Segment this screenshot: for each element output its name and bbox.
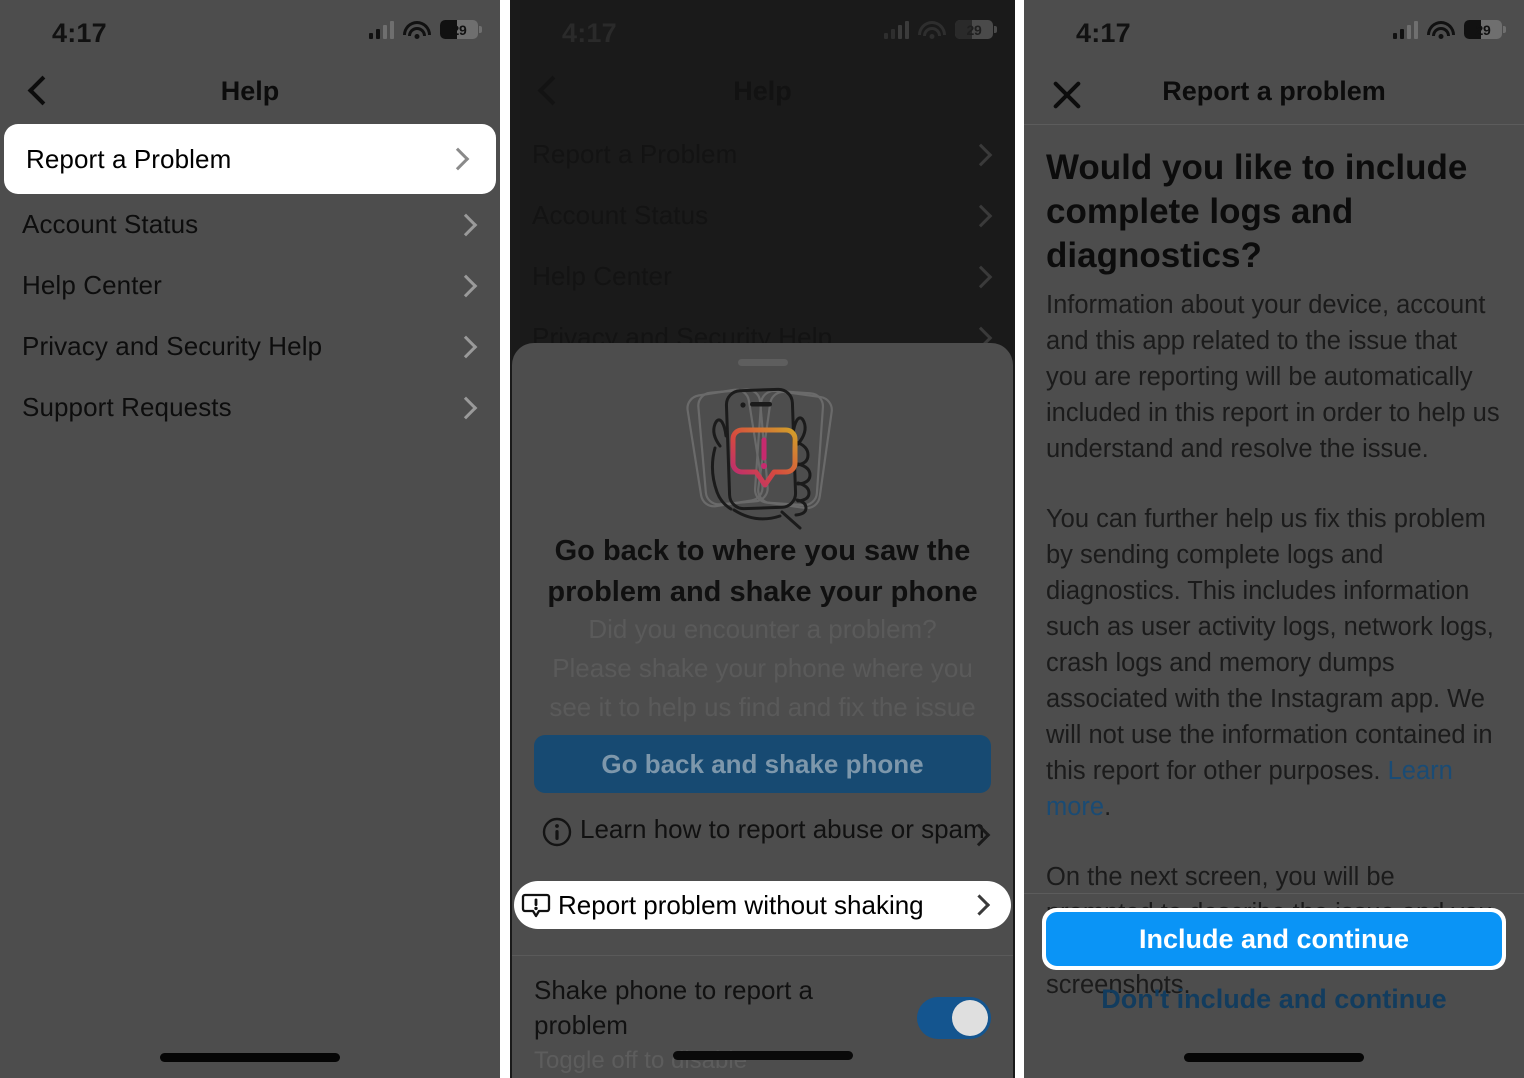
panel-shake-sheet: 4:17 29 Help Report a Problem Account St… (510, 0, 1015, 1078)
shake-to-report-switch[interactable] (917, 997, 991, 1039)
chevron-right-icon (454, 213, 478, 236)
wifi-icon (918, 20, 946, 39)
exclamation-bubble-icon (514, 890, 558, 920)
menu-item-privacy-and-security-help[interactable]: Privacy and Security Help (0, 316, 500, 377)
status-time: 4:17 (562, 18, 617, 48)
home-indicator (1184, 1053, 1364, 1062)
menu-item-account-status[interactable]: Account Status (510, 185, 1015, 246)
learn-how-to-report-abuse-option[interactable]: Learn how to report abuse or spam (534, 813, 991, 847)
page-title: Help (733, 76, 792, 106)
footer-divider (1024, 893, 1524, 894)
panel-report-a-problem-consent: 4:17 29 Report a problem Would you like … (1024, 0, 1524, 1078)
chevron-right-icon (454, 274, 478, 297)
menu-item-label: Account Status (532, 200, 709, 230)
chevron-right-icon (446, 147, 470, 171)
menu-item-help-center[interactable]: Help Center (510, 246, 1015, 307)
status-indicators: 29 (883, 20, 997, 39)
page-title: Help (220, 76, 280, 106)
menu-item-support-requests[interactable]: Support Requests (0, 377, 500, 438)
nav-bar: Help (0, 62, 500, 124)
menu-item-report-a-problem[interactable]: Report a Problem (510, 124, 1015, 185)
option-label: Learn how to report abuse or spam (580, 814, 985, 844)
dont-include-and-continue-button[interactable]: Don't include and continue (1024, 984, 1524, 1015)
cellular-signal-icon (368, 20, 394, 39)
status-bar: 4:17 29 (510, 0, 1015, 62)
learn-more-suffix: . (1104, 793, 1112, 821)
battery-percent: 29 (966, 21, 982, 38)
wifi-icon (1427, 20, 1455, 39)
page-title: Report a problem (1162, 76, 1386, 106)
header-divider (1024, 124, 1524, 125)
screenshot-stage: 4:17 29 Help Report a Problem Account St… (0, 0, 1524, 1078)
sheet-drag-handle[interactable] (737, 359, 788, 366)
menu-item-label: Report a Problem (532, 139, 738, 169)
sheet-title: Go back to where you saw the problem and… (547, 535, 978, 608)
chevron-right-icon (968, 894, 991, 916)
bottom-sheet: Go back to where you saw the problem and… (512, 343, 1013, 1078)
menu-item-label: Report a Problem (26, 143, 232, 174)
sheet-divider (512, 955, 1013, 956)
chevron-right-icon (454, 396, 478, 419)
nav-bar: Report a problem (1024, 62, 1524, 124)
info-circle-icon (534, 813, 580, 847)
consent-paragraph-1: Information about your device, account a… (1046, 291, 1500, 463)
battery-charging-icon: 29 (440, 20, 482, 39)
option-label: Report problem without shaking (558, 889, 924, 920)
status-bar: 4:17 29 (0, 0, 500, 62)
chevron-right-icon (454, 335, 478, 358)
chevron-right-icon (969, 143, 993, 166)
menu-item-report-a-problem[interactable]: Report a Problem (4, 124, 496, 194)
include-and-continue-highlight: Include and continue (1042, 908, 1506, 970)
menu-item-label: Help Center (532, 261, 672, 291)
toggle-label: Shake phone to report a problem (534, 975, 813, 1040)
chevron-right-icon (969, 204, 993, 227)
go-back-and-shake-phone-button[interactable]: Go back and shake phone (534, 735, 991, 793)
menu-item-label: Support Requests (22, 392, 232, 422)
menu-item-label: Help Center (22, 270, 162, 300)
status-bar: 4:17 29 (1024, 0, 1524, 62)
cellular-signal-icon (1392, 20, 1418, 39)
panel-help-list: 4:17 29 Help Report a Problem Account St… (0, 0, 500, 1078)
consent-paragraph-2-text: You can further help us fix this problem… (1046, 505, 1494, 785)
battery-charging-icon: 29 (1464, 20, 1506, 39)
battery-percent: 29 (1475, 21, 1491, 38)
menu-item-label: Account Status (22, 209, 199, 239)
chevron-right-icon (969, 265, 993, 288)
report-problem-without-shaking-option[interactable]: Report problem without shaking (514, 881, 1011, 929)
status-indicators: 29 (368, 20, 482, 39)
switch-knob (952, 1000, 988, 1036)
hand-shaking-phone-illustration (512, 375, 1013, 540)
status-indicators: 29 (1392, 20, 1506, 39)
include-and-continue-button[interactable]: Include and continue (1046, 912, 1502, 966)
help-menu-list: Report a Problem Account Status Help Cen… (0, 124, 500, 438)
status-time: 4:17 (1076, 18, 1131, 48)
menu-item-label: Privacy and Security Help (22, 331, 323, 361)
battery-charging-icon: 29 (955, 20, 997, 39)
help-menu-list-dimmed: Report a Problem Account Status Help Cen… (510, 124, 1015, 368)
cellular-signal-icon (883, 20, 909, 39)
consent-heading: Would you like to include complete logs … (1046, 148, 1468, 275)
home-indicator (672, 1051, 853, 1060)
battery-percent: 29 (451, 21, 467, 38)
status-time: 4:17 (52, 18, 107, 48)
wifi-icon (403, 20, 431, 39)
menu-item-account-status[interactable]: Account Status (0, 194, 500, 255)
home-indicator (160, 1053, 340, 1062)
nav-bar: Help (510, 62, 1015, 124)
menu-item-help-center[interactable]: Help Center (0, 255, 500, 316)
consent-paragraph-2: You can further help us fix this problem… (1046, 501, 1504, 825)
